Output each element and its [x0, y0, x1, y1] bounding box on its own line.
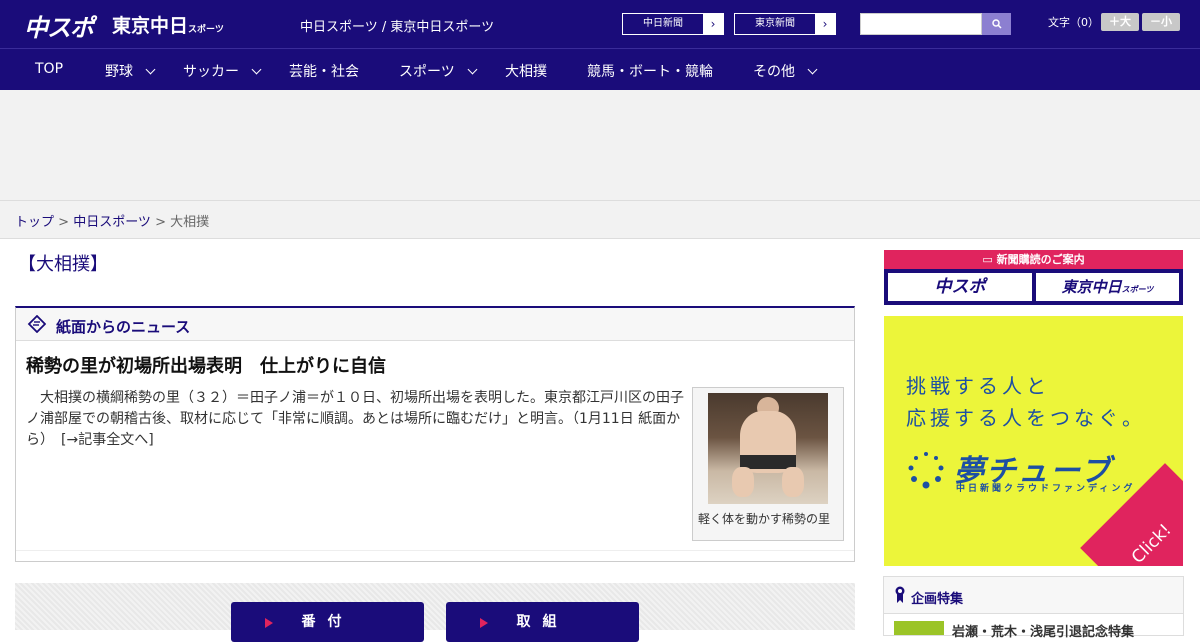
feature-header: 企画特集 — [884, 577, 1183, 614]
nav-item-baseball[interactable]: 野球 — [105, 61, 156, 81]
banzuke-label: 番付 — [301, 614, 354, 630]
page-title: 【大相撲】 — [18, 254, 108, 275]
font-size-increase-button[interactable]: ＋大 — [1101, 13, 1139, 31]
search-input[interactable] — [860, 13, 982, 35]
chunichi-shinbun-link[interactable]: 中日新聞 › — [622, 13, 724, 35]
article-photo-box: 軽く体を動かす稀勢の里 — [692, 387, 844, 541]
chevron-right-icon: › — [703, 14, 723, 34]
site-title[interactable]: 中日スポーツ / 東京中日スポーツ — [300, 16, 494, 35]
subscribe-banner[interactable]: ▭ 新聞購読のご案内 中スポ 東京中日スポーツ — [884, 250, 1183, 305]
torikumi-label: 取組 — [516, 614, 569, 630]
photo-caption: 軽く体を動かす稀勢の里 — [698, 512, 831, 526]
font-size-decrease-button[interactable]: －小 — [1142, 13, 1180, 31]
search-button[interactable] — [982, 13, 1011, 35]
breadcrumb-separator: > — [150, 215, 171, 230]
nav-item-label: 競馬・ボート・競輪 — [587, 64, 713, 80]
ad-copy-line1: 挑戦する人と — [906, 374, 1050, 398]
play-triangle-icon — [265, 618, 273, 628]
feature-item-link[interactable]: 岩瀬・荒木・浅尾引退記念特集 — [952, 621, 1134, 640]
chevron-down-icon — [467, 64, 478, 75]
subscribe-tokyo-chunichi-text: 東京中日 — [1061, 278, 1122, 296]
ribbon-icon — [895, 586, 905, 603]
subscribe-tokyo-chunichi-small: スポーツ — [1121, 285, 1154, 294]
dots-logo-icon — [908, 452, 944, 489]
torikumi-button[interactable]: 取組 — [446, 602, 639, 642]
nav-item-keiba[interactable]: 競馬・ボート・競輪 — [587, 61, 713, 81]
nav-item-entertainment[interactable]: 芸能・社会 — [289, 61, 359, 81]
nav-item-sumo[interactable]: 大相撲 — [505, 61, 547, 81]
nav-item-top[interactable]: TOP — [35, 61, 63, 77]
news-box-header: 紙面からのニュース — [16, 308, 854, 341]
chuspo-logo[interactable]: 中スポ — [24, 8, 94, 43]
breadcrumb-parent-link[interactable]: 中日スポーツ — [73, 215, 151, 230]
ad-brand-sub: 中日新聞クラウドファンディング — [956, 484, 1136, 494]
nav-item-soccer[interactable]: サッカー — [183, 61, 262, 81]
yume-tube-ad[interactable]: 挑戦する人と 応援する人をつなぐ。 夢チューブ 中日新聞クラウドファンディング … — [884, 316, 1183, 566]
newspaper-icon — [27, 315, 46, 333]
top-ad-area — [0, 90, 1200, 201]
nav-item-label: スポーツ — [399, 64, 455, 80]
subscribe-tokyo-chunichi-link[interactable]: 東京中日スポーツ — [1036, 273, 1179, 301]
nav-item-label: 野球 — [105, 64, 133, 80]
chunichi-shinbun-label: 中日新聞 — [643, 18, 683, 29]
banzuke-button[interactable]: 番付 — [231, 602, 424, 642]
chevron-down-icon — [251, 64, 262, 75]
subscribe-chuspo-link[interactable]: 中スポ — [888, 273, 1032, 301]
breadcrumb: トップ > 中日スポーツ > 大相撲 — [0, 201, 1200, 239]
photo-figure-leg — [732, 467, 754, 497]
read-more-link[interactable]: [→記事全文へ] — [61, 432, 154, 448]
tokyo-chunichi-logo-text: 東京中日 — [112, 15, 189, 37]
subscribe-title-text: 新聞購読のご案内 — [996, 253, 1085, 266]
tokyo-shinbun-link[interactable]: 東京新聞 › — [734, 13, 836, 35]
article-body: 大相撲の横綱稀勢の里（３２）＝田子ノ浦＝が１０日、初場所出場を表明した。東京都江… — [26, 388, 686, 451]
chevron-down-icon — [145, 64, 156, 75]
chevron-down-icon — [807, 64, 818, 75]
tokyo-shinbun-label: 東京新聞 — [755, 18, 795, 29]
sumo-menu-area: 番付 取組 — [15, 583, 855, 642]
nav-item-label: サッカー — [183, 64, 239, 80]
nav-item-label: 大相撲 — [505, 64, 547, 80]
nav-item-label: TOP — [35, 61, 64, 77]
news-box: 紙面からのニュース 稀勢の里が初場所出場表明 仕上がりに自信 大相撲の横綱稀勢の… — [15, 306, 855, 562]
site-header: 中スポ 東京中日スポーツ 中日スポーツ / 東京中日スポーツ 中日新聞 › 東京… — [0, 0, 1200, 48]
breadcrumb-separator: > — [54, 215, 74, 230]
nav-item-label: その他 — [753, 64, 795, 80]
play-triangle-icon — [480, 618, 488, 628]
article-photo[interactable] — [708, 393, 828, 504]
breadcrumb-home-link[interactable]: トップ — [15, 215, 54, 230]
font-size-label: 文字（0） — [1048, 16, 1099, 29]
tokyo-chunichi-logo[interactable]: 東京中日スポーツ — [112, 11, 224, 38]
main-nav: TOP 野球 サッカー 芸能・社会 スポーツ 大相撲 競馬・ボート・競輪 その他 — [0, 48, 1200, 90]
feature-title: 企画特集 — [911, 592, 964, 607]
ticket-icon: ▭ — [982, 253, 997, 266]
tokyo-chunichi-logo-small: スポーツ — [188, 25, 224, 35]
nav-item-sports[interactable]: スポーツ — [399, 61, 478, 81]
search-icon — [991, 19, 1002, 29]
article-headline[interactable]: 稀勢の里が初場所出場表明 仕上がりに自信 — [26, 352, 386, 378]
breadcrumb-current: 大相撲 — [170, 215, 210, 230]
nav-item-other[interactable]: その他 — [753, 61, 818, 81]
ad-copy-line2: 応援する人をつなぐ。 — [906, 406, 1146, 430]
feature-thumbnail[interactable] — [894, 621, 944, 635]
chevron-right-icon: › — [815, 14, 835, 34]
feature-box: 企画特集 岩瀬・荒木・浅尾引退記念特集 — [883, 576, 1184, 640]
news-box-title: 紙面からのニュース — [56, 318, 191, 336]
photo-figure-leg — [782, 467, 804, 497]
nav-item-label: 芸能・社会 — [289, 64, 359, 80]
subscribe-title: ▭ 新聞購読のご案内 — [884, 250, 1183, 269]
news-box-divider — [16, 550, 854, 551]
